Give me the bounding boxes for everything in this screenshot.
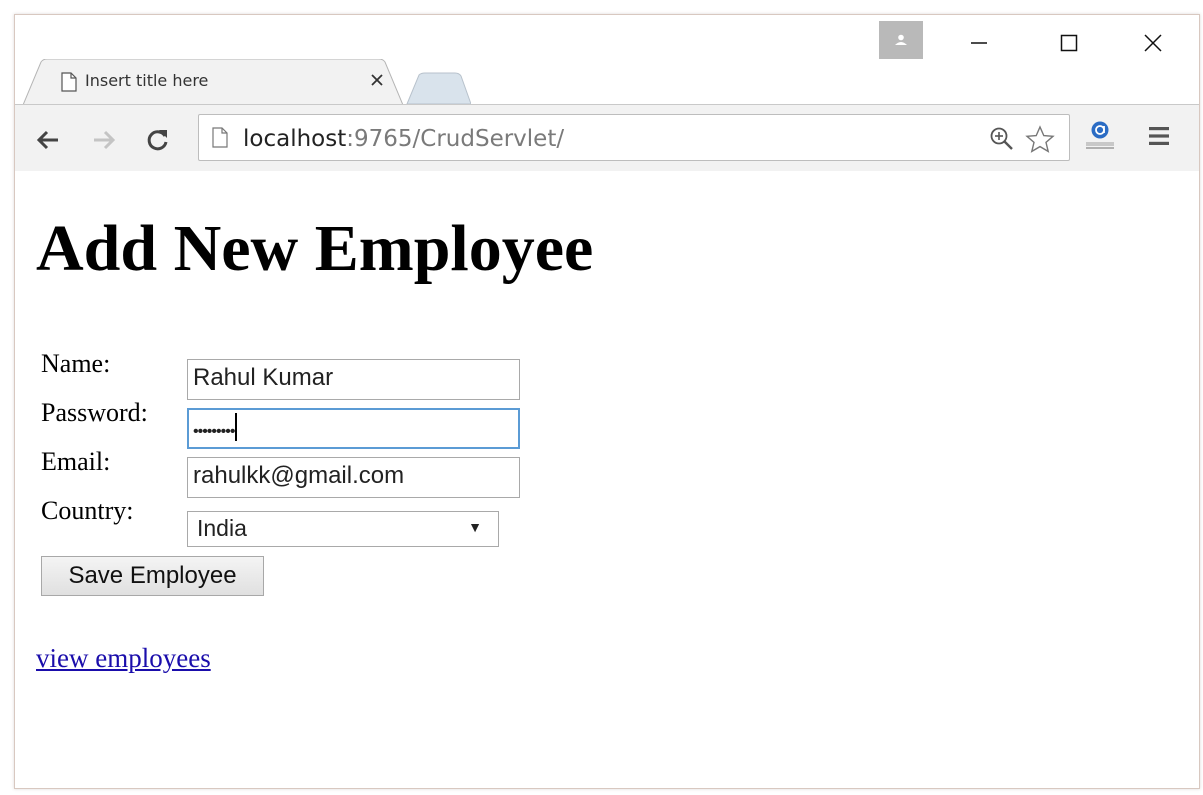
forward-arrow-icon [94, 130, 116, 150]
profile-button[interactable] [879, 21, 923, 59]
password-label: Password: [41, 398, 148, 427]
country-select[interactable]: India ▼ [187, 511, 499, 547]
maximize-icon [1060, 34, 1078, 52]
password-input[interactable]: ••••••••• [187, 408, 520, 449]
tab-close-icon[interactable] [369, 72, 385, 88]
new-tab-button[interactable] [401, 72, 471, 105]
profile-icon [895, 34, 907, 45]
zoom-in-icon[interactable] [989, 126, 1015, 152]
url-text[interactable]: localhost:9765/CrudServlet/ [243, 126, 564, 152]
address-bar[interactable]: localhost:9765/CrudServlet/ [198, 114, 1070, 161]
minimize-button[interactable] [956, 25, 1002, 61]
view-employees-link[interactable]: view employees [36, 643, 211, 674]
hamburger-menu-icon[interactable] [1147, 125, 1171, 147]
name-label: Name: [41, 349, 111, 378]
page-title: Add New Employee [36, 212, 594, 285]
url-host: localhost [243, 126, 347, 152]
browser-toolbar: localhost:9765/CrudServlet/ [15, 104, 1199, 172]
minimize-icon [971, 42, 987, 44]
close-window-button[interactable] [1130, 25, 1176, 61]
tab-title: Insert title here [85, 71, 209, 90]
title-bar: Insert title here [15, 15, 1199, 106]
url-path: :9765/CrudServlet/ [346, 126, 565, 152]
maximize-button[interactable] [1046, 25, 1092, 61]
page-icon [212, 127, 228, 148]
country-label: Country: [41, 496, 134, 525]
name-input[interactable]: Rahul Kumar [187, 359, 520, 400]
back-button[interactable] [33, 125, 63, 155]
back-arrow-icon [36, 130, 58, 150]
email-input[interactable]: rahulkk@gmail.com [187, 457, 520, 498]
page-content: Add New Employee Name: Rahul Kumar Passw… [15, 171, 1199, 788]
tab-shape [23, 59, 403, 106]
browser-window: Insert title here localhost:9765/CrudSer… [14, 14, 1200, 789]
tab-active[interactable]: Insert title here [23, 59, 403, 106]
dropdown-arrow-icon: ▼ [468, 519, 482, 535]
close-icon [1144, 34, 1162, 52]
password-mask: ••••••••• [193, 423, 235, 440]
reload-icon [147, 130, 168, 151]
forward-button[interactable] [89, 125, 119, 155]
text-caret [235, 413, 238, 441]
bookmark-star-icon[interactable] [1025, 125, 1055, 153]
page-icon [61, 72, 77, 92]
reload-button[interactable] [143, 125, 173, 155]
country-selected-value: India [197, 515, 247, 541]
save-employee-button[interactable]: Save Employee [41, 556, 264, 596]
email-label: Email: [41, 447, 111, 476]
extension-icon[interactable] [1083, 118, 1117, 152]
